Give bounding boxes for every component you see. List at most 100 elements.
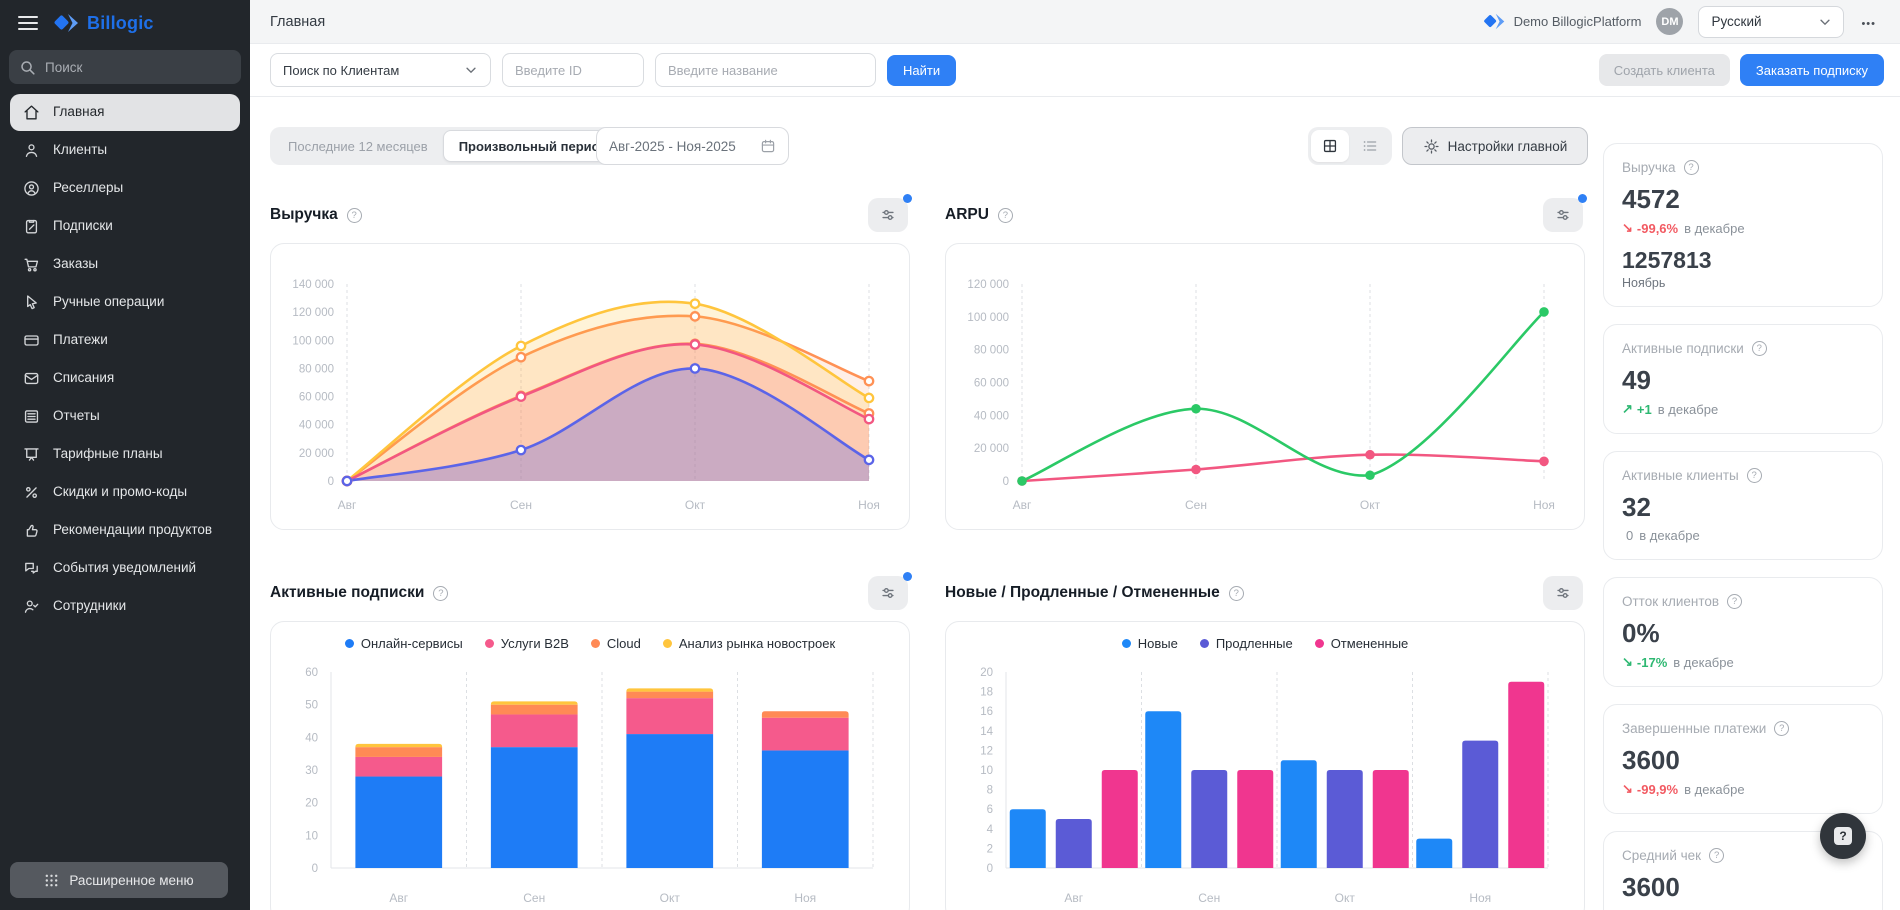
sidebar-item-reports[interactable]: Отчеты: [10, 398, 240, 435]
kpi-period: в декабре: [1684, 782, 1744, 797]
sidebar-item-charges[interactable]: Списания: [10, 360, 240, 397]
sidebar-item-orders[interactable]: Заказы: [10, 246, 240, 283]
svg-text:120 000: 120 000: [967, 279, 1009, 291]
chart-header: Активные подписки: [270, 575, 910, 611]
help-icon[interactable]: [347, 208, 362, 223]
chart-legend: Онлайн-сервисы Услуги B2B Cloud Анализ рынк…: [271, 636, 909, 651]
kpi-value: 32: [1622, 492, 1864, 523]
svg-text:2: 2: [987, 843, 993, 855]
tariff-plans-icon: [22, 445, 41, 464]
svg-text:Ноя: Ноя: [1533, 498, 1555, 512]
svg-text:40: 40: [305, 732, 318, 744]
list-view-button[interactable]: [1351, 130, 1389, 162]
help-icon[interactable]: [1747, 468, 1762, 483]
sidebar-item-recommendations[interactable]: Рекомендации продуктов: [10, 512, 240, 549]
grid-view-button[interactable]: [1311, 130, 1349, 162]
help-icon[interactable]: [1752, 341, 1767, 356]
sidebar-search[interactable]: [9, 50, 241, 84]
chart-settings-button[interactable]: [1543, 198, 1583, 232]
kpi-delta: ↘ -99,6%: [1622, 220, 1678, 236]
svg-text:0: 0: [987, 863, 993, 875]
sidebar-item-clients[interactable]: Клиенты: [10, 132, 240, 169]
create-client-button[interactable]: Создать клиента: [1599, 54, 1730, 86]
user-avatar[interactable]: DM: [1656, 8, 1683, 35]
svg-text:Окт: Окт: [1360, 498, 1381, 512]
legend-item[interactable]: Продленные: [1200, 636, 1293, 651]
help-icon[interactable]: [1774, 721, 1789, 736]
kpi-value: 4572: [1622, 184, 1864, 215]
sidebar-item-home[interactable]: Главная: [10, 94, 240, 131]
sidebar-item-label: Главная: [53, 104, 104, 121]
kpi-delta-value: -99,6%: [1637, 221, 1678, 236]
kpi-title: Активные подписки: [1622, 341, 1744, 356]
question-icon: [1834, 827, 1852, 845]
chart-settings-button[interactable]: [868, 198, 908, 232]
legend-label: Онлайн-сервисы: [361, 636, 463, 651]
new-renewed-cancelled-chart-canvas: НовыеПродленныеОтмененные024681012141618…: [945, 621, 1585, 910]
extended-menu-button[interactable]: Расширенное меню: [10, 862, 228, 898]
legend-label: Анализ рынка новостроек: [679, 636, 835, 651]
kpi-period: в декабре: [1673, 655, 1733, 670]
sliders-icon: [1554, 206, 1572, 224]
help-icon[interactable]: [998, 208, 1013, 223]
date-range-field[interactable]: Авг-2025 - Ноя-2025: [596, 127, 789, 165]
support-help-button[interactable]: [1820, 813, 1866, 859]
more-options-icon[interactable]: [1859, 12, 1878, 32]
legend-item[interactable]: Анализ рынка новостроек: [663, 636, 835, 651]
legend-dot-icon: [485, 639, 494, 648]
legend-item[interactable]: Cloud: [591, 636, 641, 651]
chart-settings-button[interactable]: [1543, 576, 1583, 610]
period-last-12-months[interactable]: Последние 12 месяцев: [273, 130, 443, 162]
svg-text:Окт: Окт: [660, 891, 681, 905]
payments-icon: [22, 331, 41, 350]
sidebar-item-notification-events[interactable]: События уведомлений: [10, 550, 240, 587]
legend-item[interactable]: Отмененные: [1315, 636, 1409, 651]
kpi-title: Отток клиентов: [1622, 594, 1719, 609]
sidebar-item-employees[interactable]: Сотрудники: [10, 588, 240, 625]
help-icon[interactable]: [1709, 848, 1724, 863]
order-subscription-button[interactable]: Заказать подписку: [1740, 54, 1884, 86]
legend-dot-icon: [591, 639, 600, 648]
help-icon[interactable]: [433, 586, 448, 601]
chart-settings-button[interactable]: [868, 576, 908, 610]
help-icon[interactable]: [1727, 594, 1742, 609]
orders-icon: [22, 255, 41, 274]
svg-text:Окт: Окт: [685, 498, 706, 512]
legend-item[interactable]: Онлайн-сервисы: [345, 636, 463, 651]
sidebar-item-resellers[interactable]: Реселлеры: [10, 170, 240, 207]
sidebar-item-discounts[interactable]: Скидки и промо-коды: [10, 474, 240, 511]
svg-text:6: 6: [987, 804, 993, 816]
dashboard-settings-button[interactable]: Настройки главной: [1402, 127, 1588, 165]
client-name-input[interactable]: [655, 53, 876, 87]
trend-arrow-icon: ↘: [1622, 220, 1633, 236]
svg-text:Окт: Окт: [1335, 891, 1356, 905]
help-icon[interactable]: [1229, 586, 1244, 601]
svg-text:18: 18: [980, 687, 993, 699]
sidebar-item-manual-operations[interactable]: Ручные операции: [10, 284, 240, 321]
sidebar-item-tariff-plans[interactable]: Тарифные планы: [10, 436, 240, 473]
gear-icon: [1423, 138, 1440, 155]
extended-menu-label: Расширенное меню: [69, 873, 193, 888]
search-type-select[interactable]: Поиск по Клиентам: [270, 53, 491, 87]
sidebar-item-payments[interactable]: Платежи: [10, 322, 240, 359]
logo[interactable]: Billogic: [52, 12, 154, 34]
svg-text:4: 4: [987, 824, 994, 836]
chevron-down-icon: [464, 63, 478, 77]
home-icon: [22, 103, 41, 122]
chart-title: Выручка: [270, 206, 338, 224]
calendar-icon: [760, 138, 776, 154]
legend-item[interactable]: Новые: [1122, 636, 1178, 651]
arpu-chart-block: ARPU 020 00040 00060 00080 000100 000120…: [945, 197, 1585, 530]
legend-item[interactable]: Услуги B2B: [485, 636, 569, 651]
sidebar-item-subscriptions[interactable]: Подписки: [10, 208, 240, 245]
help-icon[interactable]: [1684, 160, 1699, 175]
language-select[interactable]: Русский: [1698, 6, 1844, 38]
find-button[interactable]: Найти: [887, 55, 956, 86]
kpi-value: 0%: [1622, 618, 1864, 649]
kpi-card-active-subscriptions: Активные подписки 49 ↗ +1 в декабре: [1603, 324, 1883, 434]
search-input[interactable]: [45, 60, 195, 75]
hamburger-menu-icon[interactable]: [18, 16, 38, 30]
client-id-input[interactable]: [502, 53, 644, 87]
revenue-chart-block: Выручка 020 00040 00060 00080 000100 000…: [270, 197, 910, 530]
workspace[interactable]: Demo BillogicPlatform: [1482, 12, 1642, 31]
